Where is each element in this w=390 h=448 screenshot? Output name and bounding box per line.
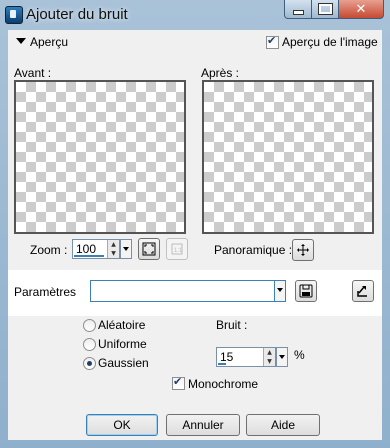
noise-uniform-radio[interactable] (83, 338, 96, 351)
noise-amount-spinner[interactable]: ▲ ▼ (263, 348, 275, 366)
zoom-fit-button[interactable] (138, 238, 160, 260)
noise-amount-dropdown-arrow[interactable] (276, 347, 288, 367)
noise-random-label: Aléatoire (98, 318, 146, 332)
zoom-slider-bar[interactable] (74, 255, 104, 257)
zoom-input[interactable]: 100 ▲ ▼ (72, 239, 120, 259)
maximize-icon (317, 3, 333, 15)
move-cross-icon (297, 244, 309, 256)
pan-label: Panoramique : (214, 243, 293, 257)
collapse-triangle-icon[interactable] (16, 38, 26, 44)
help-label: Aide (270, 418, 296, 432)
window-title: Ajouter du bruit (26, 6, 128, 23)
after-label: Après : (201, 66, 240, 80)
title-bar[interactable]: Ajouter du bruit ✕ (0, 0, 390, 30)
after-preview[interactable] (202, 80, 374, 234)
actual-size-icon: 1:1 (171, 243, 183, 255)
dialog-content: Aperçu Aperçu de l'image Avant : Après :… (8, 30, 382, 440)
before-preview[interactable] (14, 80, 186, 234)
before-label: Avant : (14, 66, 52, 80)
presets-dropdown-arrow[interactable] (274, 280, 286, 302)
fit-window-icon (142, 242, 156, 256)
cancel-button[interactable]: Annuler (166, 414, 240, 436)
preview-section-label: Aperçu (30, 35, 69, 49)
save-disk-icon (299, 284, 313, 298)
presets-combo[interactable] (90, 280, 276, 302)
noise-amount-label: Bruit : (216, 318, 248, 332)
app-icon (5, 6, 23, 24)
reset-preset-button[interactable] (352, 280, 374, 302)
svg-text:1:1: 1:1 (174, 248, 183, 254)
noise-uniform-label: Uniforme (98, 337, 147, 351)
noise-amount-value: 15 (220, 350, 234, 364)
noise-gaussian-radio[interactable] (83, 357, 96, 370)
ok-label: OK (113, 418, 131, 432)
noise-random-radio[interactable] (83, 319, 96, 332)
zoom-spinner[interactable]: ▲ ▼ (107, 240, 119, 258)
save-preset-button[interactable] (295, 280, 317, 302)
show-preview-label: Aperçu de l'image (282, 35, 378, 49)
maximize-button[interactable] (312, 0, 339, 19)
monochrome-label: Monochrome (188, 377, 259, 391)
monochrome-checkbox[interactable] (172, 375, 185, 390)
noise-amount-input[interactable]: 15 ▲ ▼ (216, 347, 276, 367)
reset-arrow-icon (357, 286, 367, 297)
noise-amount-unit: % (294, 348, 305, 362)
dialog-window: Ajouter du bruit ✕ Aperçu Aperçu de l'im… (0, 0, 390, 448)
noise-amount-slider-bar[interactable] (218, 363, 226, 365)
pan-button[interactable] (292, 239, 314, 261)
zoom-value: 100 (76, 242, 97, 256)
show-preview-checkbox[interactable] (266, 34, 279, 49)
zoom-label: Zoom : (30, 243, 68, 257)
close-icon: ✕ (355, 1, 367, 17)
zoom-actual-size-button[interactable]: 1:1 (166, 238, 188, 260)
ok-button[interactable]: OK (86, 414, 158, 436)
zoom-dropdown-arrow[interactable] (120, 239, 132, 259)
close-button[interactable]: ✕ (339, 0, 384, 19)
cancel-label: Annuler (182, 418, 224, 432)
presets-label: Paramètres (14, 285, 77, 299)
help-button[interactable]: Aide (246, 414, 320, 436)
noise-gaussian-label: Gaussien (98, 356, 149, 370)
minimize-icon (292, 9, 304, 15)
minimize-button[interactable] (284, 0, 312, 19)
